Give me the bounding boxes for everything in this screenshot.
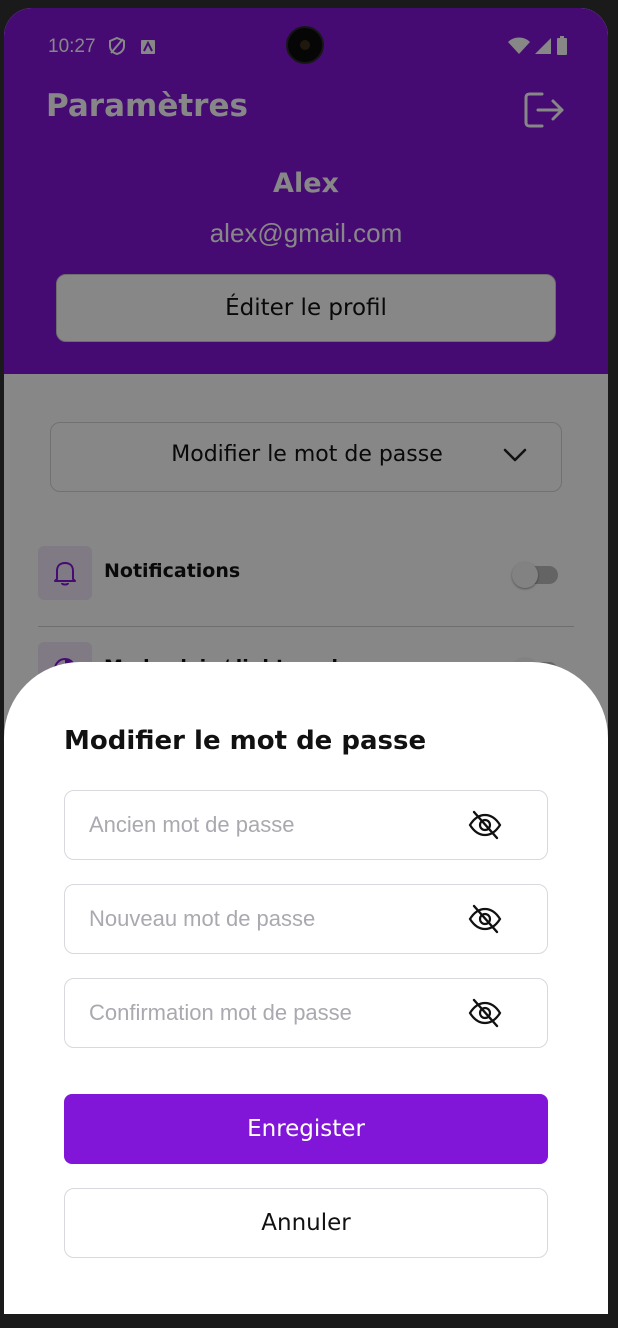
old-password-field (64, 790, 548, 860)
confirm-password-input[interactable] (65, 979, 445, 1047)
app-screen: 10:27 Paramètres Alex alex@gmail.com Édi… (4, 8, 608, 1314)
sheet-title: Modifier le mot de passe (64, 726, 427, 756)
cancel-button[interactable]: Annuler (64, 1188, 548, 1258)
new-password-field (64, 884, 548, 954)
new-password-input[interactable] (65, 885, 445, 953)
eye-off-icon[interactable] (467, 809, 503, 841)
confirm-password-field (64, 978, 548, 1048)
old-password-input[interactable] (65, 791, 445, 859)
change-password-sheet: Modifier le mot de passe Enregister Annu… (4, 662, 608, 1314)
eye-off-icon[interactable] (467, 903, 503, 935)
save-button[interactable]: Enregister (64, 1094, 548, 1164)
eye-off-icon[interactable] (467, 997, 503, 1029)
